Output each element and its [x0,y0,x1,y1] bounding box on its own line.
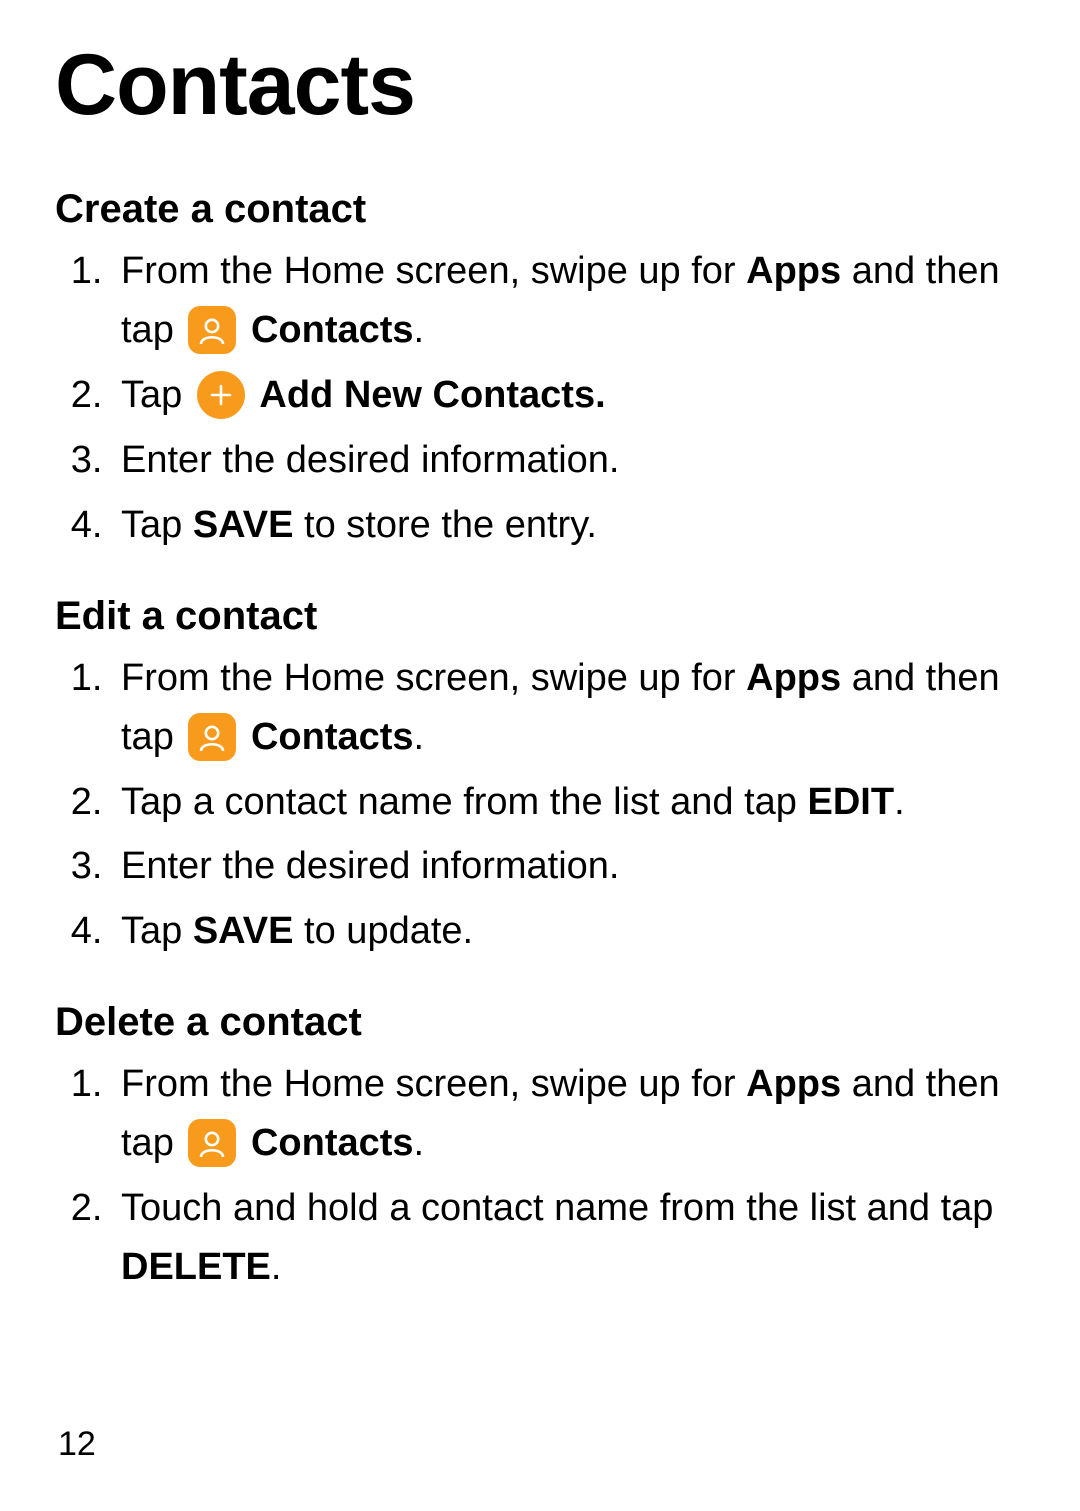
body-text: . [414,716,425,758]
list-item: From the Home screen, swipe up for Apps … [113,649,1025,767]
contacts-icon [188,306,236,354]
apps-label: Apps [746,1063,841,1105]
body-text: Tap a contact name from the list and tap [121,781,808,823]
body-text: From the Home screen, swipe up for [121,1063,746,1105]
list-item: Enter the desired information. [113,431,1025,490]
body-text: Tap [121,374,193,416]
body-text: Tap [121,504,193,546]
add-new-contacts-label: Add New Contacts. [259,374,605,416]
list-item: From the Home screen, swipe up for Apps … [113,1055,1025,1173]
body-text: . [894,781,905,823]
steps-delete: From the Home screen, swipe up for Apps … [61,1055,1025,1297]
contacts-icon [188,1119,236,1167]
delete-label: DELETE [121,1246,271,1288]
list-item: Tap a contact name from the list and tap… [113,773,1025,832]
body-text: Touch and hold a contact name from the l… [121,1187,993,1229]
contacts-icon [188,713,236,761]
body-text: Enter the desired information. [121,439,620,481]
edit-label: EDIT [808,781,895,823]
list-item: Tap Add New Contacts. [113,366,1025,425]
list-item: Tap SAVE to store the entry. [113,496,1025,555]
steps-create: From the Home screen, swipe up for Apps … [61,242,1025,554]
body-text: Tap [121,910,193,952]
plus-icon [197,371,245,419]
page-title: Contacts [55,40,1025,130]
apps-label: Apps [746,657,841,699]
manual-page: Contacts Create a contact From the Home … [0,0,1080,1511]
body-text: . [271,1246,282,1288]
body-text: . [414,309,425,351]
steps-edit: From the Home screen, swipe up for Apps … [61,649,1025,961]
section-heading-create: Create a contact [55,184,1025,234]
body-text: to update. [294,910,474,952]
page-number: 12 [58,1427,96,1461]
section-heading-edit: Edit a contact [55,591,1025,641]
body-text: to store the entry. [294,504,597,546]
body-text: From the Home screen, swipe up for [121,250,746,292]
list-item: Tap SAVE to update. [113,902,1025,961]
body-text: . [414,1122,425,1164]
body-text: From the Home screen, swipe up for [121,657,746,699]
apps-label: Apps [746,250,841,292]
list-item: Enter the desired information. [113,837,1025,896]
section-heading-delete: Delete a contact [55,997,1025,1047]
contacts-label: Contacts [251,309,414,351]
contacts-label: Contacts [251,1122,414,1164]
list-item: From the Home screen, swipe up for Apps … [113,242,1025,360]
save-label: SAVE [193,910,294,952]
contacts-label: Contacts [251,716,414,758]
save-label: SAVE [193,504,294,546]
list-item: Touch and hold a contact name from the l… [113,1179,1025,1297]
body-text: Enter the desired information. [121,845,620,887]
